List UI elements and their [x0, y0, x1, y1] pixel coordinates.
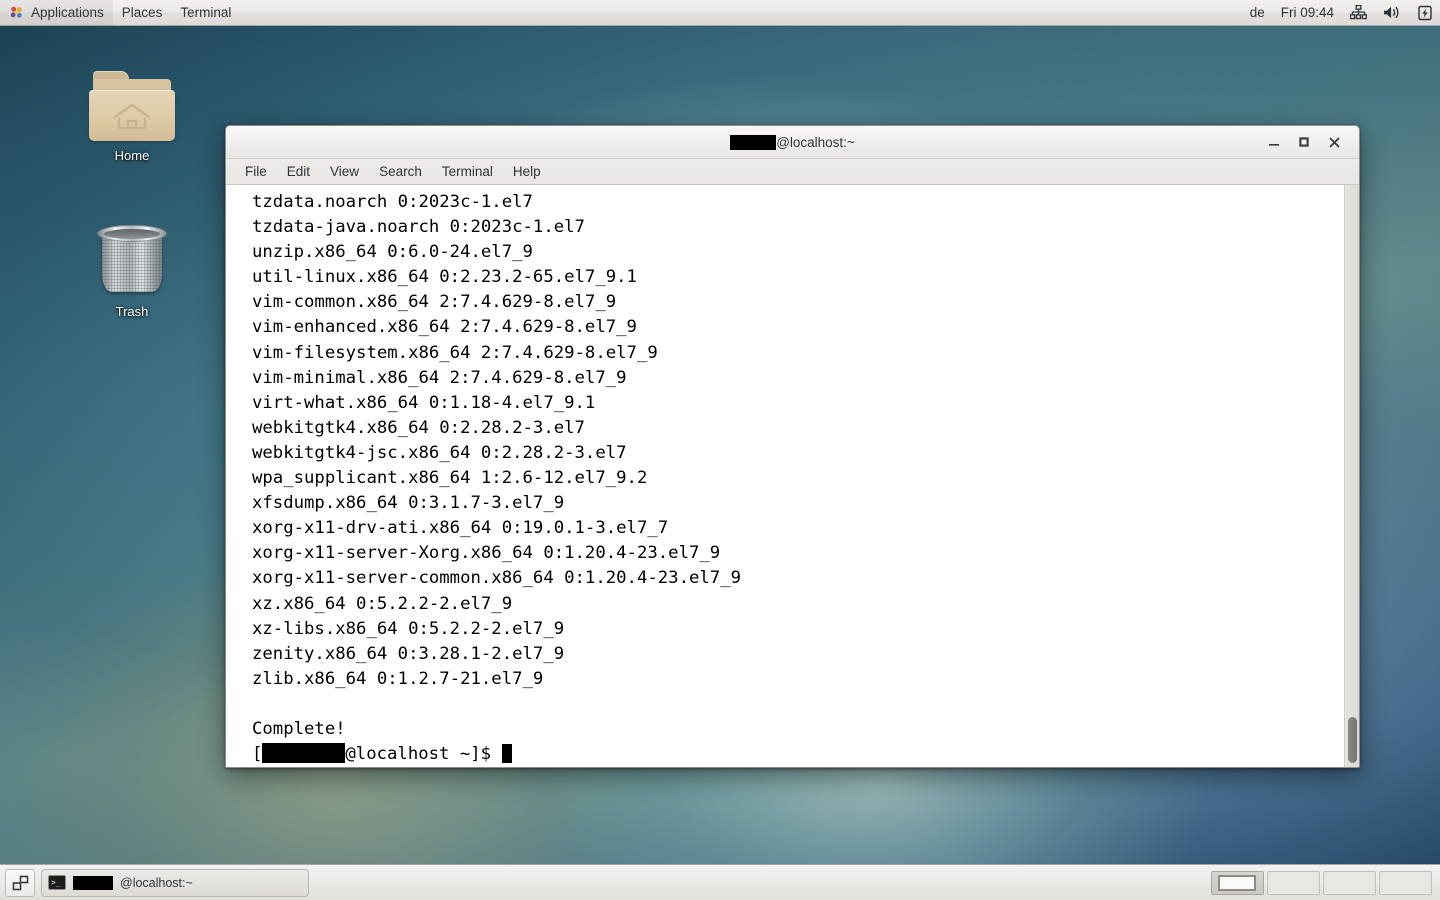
folder-home-icon — [88, 68, 176, 142]
window-controls — [1259, 129, 1359, 155]
window-title: @localhost:~ — [226, 126, 1359, 159]
panel-menu: Applications Places Terminal — [0, 0, 240, 26]
terminal-icon: >_ — [48, 875, 66, 890]
menu-file[interactable]: File — [235, 161, 277, 182]
terminal-line: vim-enhanced.x86_64 2:7.4.629-8.el7_9 — [252, 317, 637, 338]
menu-terminal-label: Terminal — [180, 5, 232, 20]
terminal-line: tzdata-java.noarch 0:2023c-1.el7 — [252, 217, 585, 238]
terminal-output[interactable]: tzdata.noarch 0:2023c-1.el7 tzdata-java.n… — [226, 185, 1344, 767]
terminal-line: wpa_supplicant.x86_64 1:2.6-12.el7_9.2 — [252, 468, 648, 489]
minimize-button[interactable] — [1259, 129, 1289, 155]
close-button[interactable] — [1319, 129, 1349, 155]
volume-icon[interactable] — [1375, 0, 1410, 26]
menubar: File Edit View Search Terminal Help — [226, 159, 1359, 185]
terminal-line: util-linux.x86_64 0:2.23.2-65.el7_9.1 — [252, 267, 637, 288]
terminal-line: xorg-x11-drv-ati.x86_64 0:19.0.1-3.el7_7 — [252, 518, 669, 539]
battery-icon[interactable] — [1410, 0, 1440, 26]
terminal-cursor — [502, 744, 513, 764]
house-glyph — [113, 103, 151, 130]
terminal-line: zenity.x86_64 0:3.28.1-2.el7_9 — [252, 643, 565, 664]
redacted-username — [262, 743, 346, 764]
window-title-text: @localhost:~ — [776, 135, 855, 150]
maximize-button[interactable] — [1289, 129, 1319, 155]
terminal-line: vim-common.x86_64 2:7.4.629-8.el7_9 — [252, 292, 617, 313]
desktop-icon-home-label: Home — [114, 148, 150, 163]
menu-terminal[interactable]: Terminal — [432, 161, 503, 182]
desktop-icon-trash-label: Trash — [115, 304, 149, 319]
redacted-username — [730, 135, 777, 150]
menu-edit[interactable]: Edit — [277, 161, 320, 182]
terminal-line: zlib.x86_64 0:1.2.7-21.el7_9 — [252, 668, 544, 689]
window-titlebar[interactable]: @localhost:~ — [226, 126, 1359, 159]
terminal-prompt: [ @localhost ~]$ — [252, 742, 1344, 767]
terminal-line: tzdata.noarch 0:2023c-1.el7 — [252, 192, 533, 212]
menu-places-label: Places — [121, 5, 163, 20]
show-desktop-icon — [12, 875, 28, 890]
taskbar-item-terminal[interactable]: >_ @localhost:~ — [41, 868, 309, 897]
keyboard-layout-indicator[interactable]: de — [1242, 0, 1273, 26]
workspace-1[interactable] — [1211, 870, 1264, 895]
terminal-line: Complete! — [252, 718, 346, 739]
fedora-app-icon — [9, 5, 24, 20]
trash-bin-icon — [95, 220, 169, 298]
menu-search[interactable]: Search — [369, 161, 432, 182]
desktop-icon-home[interactable]: Home — [77, 68, 187, 163]
menu-applications-label: Applications — [31, 5, 104, 20]
terminal-line: xz.x86_64 0:5.2.2-2.el7_9 — [252, 593, 513, 614]
system-tray: de Fri 09:44 — [1242, 0, 1440, 26]
taskbar-item-label: @localhost:~ — [120, 875, 193, 890]
menu-applications[interactable]: Applications — [0, 0, 113, 26]
workspace-3[interactable] — [1323, 870, 1376, 895]
terminal-line: vim-minimal.x86_64 2:7.4.629-8.el7_9 — [252, 367, 627, 388]
terminal-line: xz-libs.x86_64 0:5.2.2-2.el7_9 — [252, 618, 565, 639]
scrollbar-thumb[interactable] — [1348, 717, 1357, 763]
terminal-window[interactable]: @localhost:~ File Edit View Search Termi… — [225, 125, 1360, 768]
workspace-4[interactable] — [1379, 870, 1432, 895]
terminal-line: vim-filesystem.x86_64 2:7.4.629-8.el7_9 — [252, 342, 658, 363]
terminal-line: xorg-x11-server-common.x86_64 0:1.20.4-2… — [252, 568, 741, 589]
top-panel: Applications Places Terminal de Fri 09:4… — [0, 0, 1440, 26]
show-desktop-button[interactable] — [5, 868, 35, 897]
desktop-icon-trash[interactable]: Trash — [77, 220, 187, 319]
terminal-line: webkitgtk4.x86_64 0:2.28.2-3.el7 — [252, 417, 585, 438]
terminal-line: unzip.x86_64 0:6.0-24.el7_9 — [252, 242, 533, 263]
terminal-line: virt-what.x86_64 0:1.18-4.el7_9.1 — [252, 392, 596, 413]
menu-places[interactable]: Places — [113, 0, 172, 26]
terminal-line: xfsdump.x86_64 0:3.1.7-3.el7_9 — [252, 493, 565, 514]
menu-view[interactable]: View — [320, 161, 369, 182]
menu-help[interactable]: Help — [503, 161, 551, 182]
prompt-suffix: @localhost ~]$ — [345, 744, 502, 765]
workspace-2[interactable] — [1267, 870, 1320, 895]
clock[interactable]: Fri 09:44 — [1273, 0, 1342, 26]
redacted-username — [73, 875, 113, 890]
menu-terminal[interactable]: Terminal — [171, 0, 240, 26]
network-icon[interactable] — [1342, 0, 1375, 26]
terminal-line: webkitgtk4-jsc.x86_64 0:2.28.2-3.el7 — [252, 442, 627, 463]
prompt-prefix: [ — [252, 744, 263, 765]
terminal-scrollbar[interactable] — [1344, 185, 1359, 767]
terminal-body[interactable]: tzdata.noarch 0:2023c-1.el7 tzdata-java.n… — [226, 185, 1359, 767]
terminal-line: xorg-x11-server-Xorg.x86_64 0:1.20.4-23.… — [252, 543, 721, 564]
workspace-switcher — [1208, 869, 1435, 897]
bottom-panel: >_ @localhost:~ — [0, 864, 1440, 900]
